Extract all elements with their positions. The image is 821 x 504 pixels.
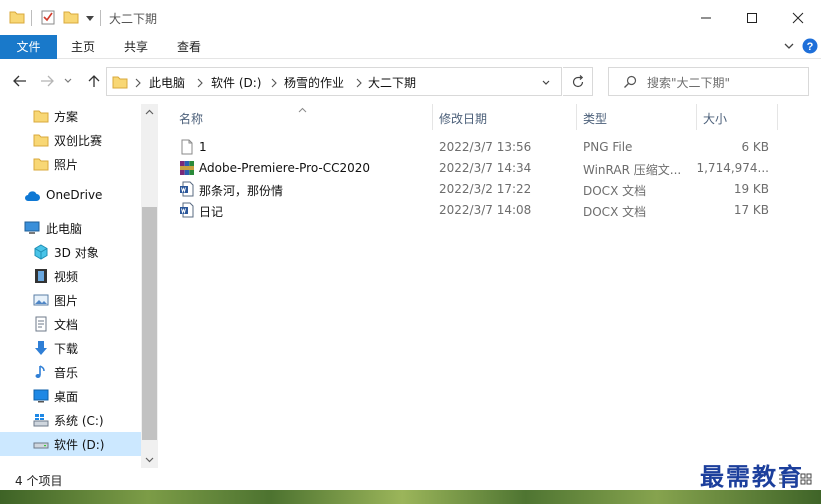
breadcrumb-current-folder[interactable]: 大二下期: [368, 74, 416, 91]
address-bar[interactable]: 此电脑 软件 (D:) 杨雪的作业 大二下期: [106, 67, 562, 96]
file-row[interactable]: 那条河，那份情 2022/3/2 17:22 DOCX 文档 19 KB: [172, 179, 782, 200]
breadcrumb-homework-folder[interactable]: 杨雪的作业: [284, 74, 344, 91]
file-row[interactable]: 1 2022/3/7 13:56 PNG File 6 KB: [172, 137, 782, 158]
tab-file[interactable]: 文件: [0, 35, 57, 59]
scroll-down-arrow-icon[interactable]: [141, 451, 158, 468]
forward-button[interactable]: [36, 70, 58, 92]
column-type[interactable]: 类型: [583, 110, 607, 127]
file-row[interactable]: Adobe-Premiere-Pro-CC2020 2022/3/7 14:34…: [172, 158, 782, 179]
folder-icon: [112, 74, 128, 93]
refresh-button[interactable]: [563, 67, 593, 96]
desktop-wallpaper-strip: [0, 490, 821, 504]
minimize-button[interactable]: [683, 0, 729, 35]
nav-item-plan-folder[interactable]: 方案: [0, 104, 141, 128]
breadcrumb-chevron-icon[interactable]: [355, 77, 363, 91]
search-input[interactable]: 搜索"大二下期": [608, 67, 809, 96]
film-icon: [33, 268, 49, 284]
nav-item-contest-folder[interactable]: 双创比赛: [0, 128, 141, 152]
docx-file-icon: [179, 202, 195, 218]
breadcrumb-this-pc[interactable]: 此电脑: [149, 74, 185, 91]
nav-item-desktop[interactable]: 桌面: [0, 384, 141, 408]
png-file-icon: [179, 139, 195, 155]
back-button[interactable]: [9, 70, 31, 92]
breadcrumb-chevron-icon[interactable]: [270, 77, 278, 91]
close-button[interactable]: [775, 0, 821, 35]
folder-icon: [33, 132, 49, 148]
watermark: 最需教育: [700, 462, 804, 491]
picture-icon: [33, 292, 49, 308]
column-headers: 名称 修改日期 类型 大小: [172, 104, 782, 130]
nav-item-photos-folder[interactable]: 照片: [0, 152, 141, 176]
cloud-icon: [24, 188, 40, 204]
recent-locations-chevron[interactable]: [61, 70, 75, 92]
nav-item-drive-c[interactable]: 系统 (C:): [0, 408, 141, 432]
refresh-icon: [572, 74, 583, 87]
maximize-button[interactable]: [729, 0, 775, 35]
column-name[interactable]: 名称: [179, 110, 203, 127]
breadcrumb-chevron-icon[interactable]: [134, 77, 142, 91]
window-title: 大二下期: [109, 12, 158, 26]
scrollbar-thumb[interactable]: [142, 207, 157, 440]
docx-file-icon: [179, 181, 195, 197]
new-folder-icon[interactable]: [63, 9, 79, 28]
cube-icon: [33, 244, 49, 260]
nav-item-3d-objects[interactable]: 3D 对象: [0, 240, 141, 264]
document-icon: [33, 316, 49, 332]
tab-view[interactable]: 查看: [177, 35, 201, 59]
tab-home[interactable]: 主页: [71, 35, 95, 59]
nav-item-videos[interactable]: 视频: [0, 264, 141, 288]
nav-item-pictures[interactable]: 图片: [0, 288, 141, 312]
folder-icon: [33, 156, 49, 172]
customize-toolbar-chevron-icon[interactable]: [85, 12, 95, 26]
sort-ascending-icon: [298, 102, 307, 116]
up-button[interactable]: [83, 70, 105, 92]
music-note-icon: [33, 364, 49, 380]
svg-text:?: ?: [807, 41, 814, 53]
item-count: 4 个项目: [15, 474, 63, 488]
nav-item-downloads[interactable]: 下载: [0, 336, 141, 360]
search-icon: [623, 75, 637, 92]
title-bar: 大二下期: [0, 0, 821, 35]
column-size[interactable]: 大小: [703, 110, 727, 127]
address-history-chevron-icon[interactable]: [541, 77, 551, 91]
scroll-up-arrow-icon[interactable]: [141, 104, 158, 121]
help-icon[interactable]: ?: [802, 38, 818, 57]
nav-item-onedrive[interactable]: OneDrive: [0, 184, 141, 208]
file-explorer-window: 大二下期 文件 主页 共享 查看 ? 此电脑 软件 (D:) 杨雪的作业 大二下…: [0, 0, 821, 504]
breadcrumb-chevron-icon[interactable]: [196, 77, 204, 91]
folder-icon: [9, 9, 25, 28]
drive-icon: [33, 436, 49, 452]
nav-item-documents[interactable]: 文档: [0, 312, 141, 336]
winrar-archive-icon: [179, 160, 195, 176]
breadcrumb-drive-d[interactable]: 软件 (D:): [211, 74, 261, 91]
desktop-icon: [33, 388, 49, 404]
download-arrow-icon: [33, 340, 49, 356]
nav-item-drive-d[interactable]: 软件 (D:): [0, 432, 141, 456]
nav-item-music[interactable]: 音乐: [0, 360, 141, 384]
nav-scrollbar[interactable]: [141, 104, 158, 468]
search-placeholder: 搜索"大二下期": [647, 76, 731, 90]
properties-icon[interactable]: [40, 9, 56, 28]
folder-icon: [33, 108, 49, 124]
file-row[interactable]: 日记 2022/3/7 14:08 DOCX 文档 17 KB: [172, 200, 782, 221]
navigation-pane: 方案 双创比赛 照片 OneDrive 此电脑 3D 对象 视频 图片 文档 下…: [0, 104, 158, 468]
computer-icon: [24, 220, 40, 236]
status-bar: 4 个项目: [0, 468, 821, 490]
windows-drive-icon: [33, 412, 49, 428]
nav-item-this-pc[interactable]: 此电脑: [0, 216, 141, 240]
column-date-modified[interactable]: 修改日期: [439, 110, 487, 127]
tab-share[interactable]: 共享: [124, 35, 148, 59]
expand-ribbon-chevron-icon[interactable]: [782, 39, 796, 56]
ribbon-tabs: 文件 主页 共享 查看 ?: [0, 35, 821, 59]
